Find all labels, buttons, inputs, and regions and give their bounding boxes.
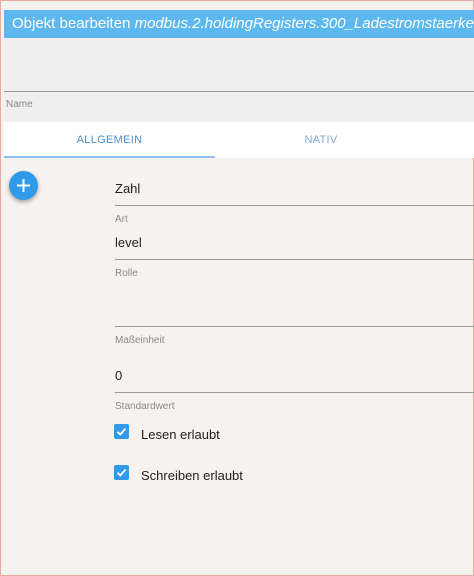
tab-bar: ALLGEMEIN NATIV (4, 122, 474, 158)
add-button[interactable] (9, 171, 38, 200)
type-label: Art (115, 214, 128, 225)
dialog-title: Objekt bearbeiten modbus.2.holdingRegist… (4, 10, 474, 38)
tab-nativ[interactable]: NATIV (215, 122, 427, 158)
role-underline (115, 259, 474, 260)
read-allowed-label: Lesen erlaubt (141, 427, 220, 442)
type-value[interactable]: Zahl (115, 181, 140, 196)
checkmark-icon (116, 468, 127, 477)
default-value-input[interactable]: 0 (115, 368, 122, 383)
type-underline (115, 205, 474, 206)
dialog-title-prefix: Objekt bearbeiten (12, 15, 135, 32)
name-input-underline (4, 91, 474, 92)
read-allowed-checkbox[interactable] (114, 424, 129, 439)
unit-label: Maßeinheit (115, 335, 165, 346)
unit-underline (115, 326, 474, 327)
checkmark-icon (116, 427, 127, 436)
name-label: Name (6, 99, 33, 110)
dialog-object-id: modbus.2.holdingRegisters.300_Ladestroms… (134, 15, 474, 32)
name-input[interactable] (4, 38, 474, 122)
write-allowed-checkbox[interactable] (114, 465, 129, 480)
role-value[interactable]: level (115, 235, 142, 250)
role-label: Rolle (115, 268, 138, 279)
plus-icon (17, 179, 30, 192)
default-value-underline (115, 392, 474, 393)
active-tab-indicator (4, 156, 215, 158)
unit-input[interactable] (115, 300, 474, 320)
write-allowed-label: Schreiben erlaubt (141, 468, 243, 483)
default-value-label: Standardwert (115, 401, 175, 412)
tab-allgemein[interactable]: ALLGEMEIN (4, 122, 215, 158)
